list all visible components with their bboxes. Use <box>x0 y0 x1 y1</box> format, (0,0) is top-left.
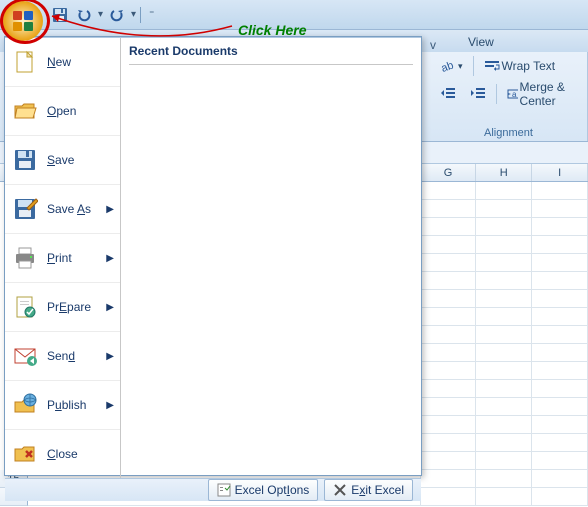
menu-item-new[interactable]: New <box>5 42 120 82</box>
qat-redo-button[interactable] <box>107 5 127 25</box>
cell[interactable] <box>421 488 477 506</box>
redo-dropdown-icon[interactable]: ▾ <box>131 9 136 20</box>
menu-label: Save <box>47 153 74 167</box>
undo-dropdown-icon[interactable]: ▾ <box>98 9 103 20</box>
menu-item-print[interactable]: Print ▶ <box>5 233 120 278</box>
decrease-indent-icon <box>440 86 456 102</box>
menu-label: Publish <box>47 398 86 412</box>
cell[interactable] <box>421 182 477 200</box>
col-header[interactable]: H <box>476 164 532 181</box>
title-bar: ▾ ▾ ⁼ <box>0 0 588 30</box>
cell[interactable] <box>421 470 477 488</box>
cell[interactable] <box>476 488 532 506</box>
close-file-icon <box>11 440 39 468</box>
menu-item-publish[interactable]: Publish ▶ <box>5 380 120 425</box>
quick-access-toolbar: ▾ ▾ ⁼ <box>50 0 158 29</box>
publish-icon <box>11 391 39 419</box>
submenu-arrow-icon: ▶ <box>106 400 114 411</box>
menu-item-send[interactable]: Send ▶ <box>5 331 120 376</box>
svg-text:a: a <box>512 90 517 99</box>
cell[interactable] <box>476 182 532 200</box>
exit-icon <box>333 483 347 497</box>
menu-label: PrEpare <box>47 300 91 314</box>
cell[interactable] <box>532 182 588 200</box>
tab-partial: v <box>430 38 454 52</box>
menu-label: Send <box>47 349 75 363</box>
submenu-arrow-icon: ▶ <box>106 302 114 313</box>
menu-label: Open <box>47 104 76 118</box>
submenu-arrow-icon: ▶ <box>106 253 114 264</box>
office-menu-items: New Open Save Save As ▶ <box>5 38 121 478</box>
merge-center-icon: a <box>507 86 518 102</box>
group-label-alignment: Alignment <box>436 125 581 141</box>
save-icon <box>11 146 39 174</box>
menu-label: New <box>47 55 71 69</box>
undo-icon <box>76 7 92 23</box>
increase-indent-button[interactable] <box>466 84 490 104</box>
new-file-icon <box>11 48 39 76</box>
cell[interactable] <box>532 470 588 488</box>
increase-indent-icon <box>470 86 486 102</box>
menu-item-open[interactable]: Open <box>5 86 120 131</box>
redo-icon <box>109 7 125 23</box>
recent-documents-header: Recent Documents <box>129 42 413 65</box>
menu-item-prepare[interactable]: PrEpare ▶ <box>5 282 120 327</box>
office-logo-icon <box>2 0 44 42</box>
office-menu: New Open Save Save As ▶ <box>4 36 422 476</box>
exit-excel-button[interactable]: Exit Excel <box>324 479 413 501</box>
orientation-button[interactable]: ab ▾ <box>436 56 467 76</box>
qat-undo-button[interactable] <box>74 5 94 25</box>
recent-documents-pane: Recent Documents <box>121 38 421 478</box>
office-button[interactable] <box>2 0 44 42</box>
office-menu-footer: Excel OptIons Exit Excel <box>5 478 421 501</box>
qat-customize-dropdown[interactable]: ⁼ <box>145 9 158 20</box>
qat-save-button[interactable] <box>50 5 70 25</box>
prepare-icon <box>11 293 39 321</box>
orientation-icon: ab <box>440 58 456 74</box>
col-header[interactable]: I <box>532 164 588 181</box>
decrease-indent-button[interactable] <box>436 84 460 104</box>
col-header[interactable]: G <box>421 164 477 181</box>
options-icon <box>217 483 231 497</box>
menu-item-save[interactable]: Save <box>5 135 120 180</box>
menu-label: Print <box>47 251 72 265</box>
submenu-arrow-icon: ▶ <box>106 351 114 362</box>
send-icon <box>11 342 39 370</box>
svg-text:ab: ab <box>440 60 455 74</box>
submenu-arrow-icon: ▶ <box>106 204 114 215</box>
print-icon <box>11 244 39 272</box>
save-as-icon <box>11 195 39 223</box>
menu-item-close[interactable]: Close <box>5 429 120 474</box>
menu-label: Save As <box>47 202 91 216</box>
menu-item-save-as[interactable]: Save As ▶ <box>5 184 120 229</box>
wrap-text-button[interactable]: Wrap Text <box>480 56 560 76</box>
excel-options-button[interactable]: Excel OptIons <box>208 479 319 501</box>
ribbon-group-alignment: ab ▾ Wrap Text a Merge <box>430 52 588 141</box>
tab-view[interactable]: View <box>454 32 508 52</box>
floppy-disk-icon <box>52 7 68 23</box>
wrap-text-icon <box>484 58 500 74</box>
menu-label: Close <box>47 447 78 461</box>
cell[interactable] <box>476 470 532 488</box>
open-folder-icon <box>11 97 39 125</box>
merge-center-button[interactable]: a Merge & Center <box>503 78 581 110</box>
cell[interactable] <box>532 488 588 506</box>
qat-separator <box>140 7 141 23</box>
